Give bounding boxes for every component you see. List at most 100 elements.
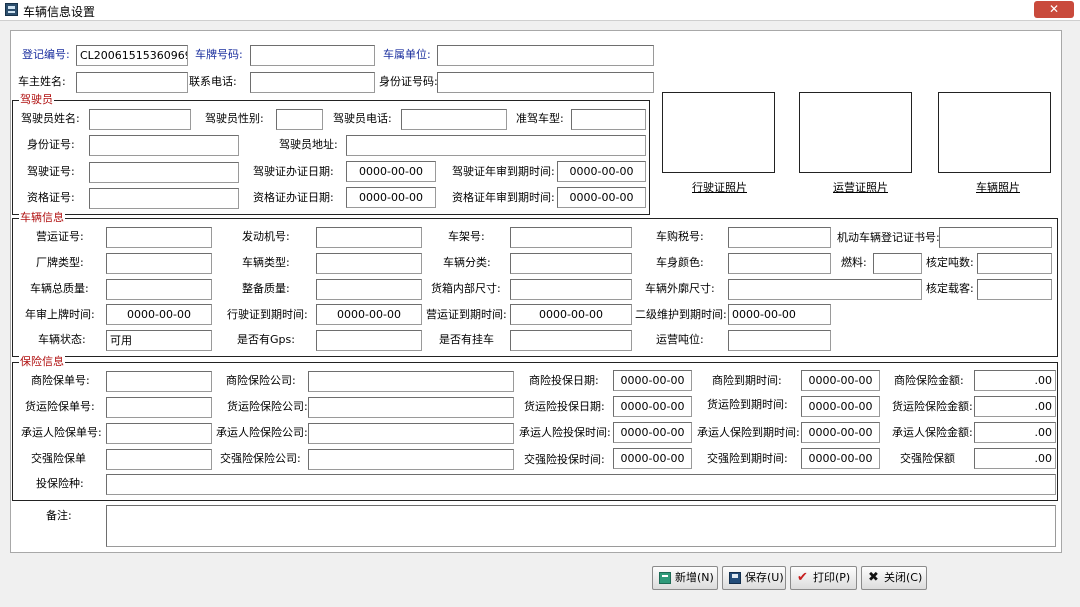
idcard-label: 身份证号码: (379, 75, 438, 88)
driver-addr-input[interactable] (346, 135, 646, 156)
compulsory-insurance-company-label: 交强险保险公司: (220, 452, 301, 465)
compulsory-insurance-company-input[interactable] (308, 449, 514, 470)
remarks-textarea[interactable] (106, 505, 1056, 547)
color-input[interactable] (728, 253, 831, 274)
driver-phone-input[interactable] (401, 109, 507, 130)
print-button-label: 打印(P) (813, 571, 851, 584)
op-expiry-input[interactable]: 0000-00-00 (510, 304, 632, 325)
vtype-input[interactable] (316, 253, 422, 274)
unit-label: 车属单位: (383, 48, 431, 61)
carrier-insurance-end-input[interactable]: 0000-00-00 (801, 422, 880, 443)
insurance-end-label: 商险到期时间: (712, 374, 782, 387)
carrier-insurance-start-input[interactable]: 0000-00-00 (613, 422, 692, 443)
close-button[interactable]: ✖ 关闭(C) (861, 566, 927, 590)
carrier-insurance-amount-input[interactable]: .00 (974, 422, 1056, 443)
carrier-insurance-no-input[interactable] (106, 423, 212, 444)
tax-input[interactable] (728, 227, 831, 248)
cargo-insurance-start-input[interactable]: 0000-00-00 (613, 396, 692, 417)
curb-input[interactable] (316, 279, 422, 300)
gps-input[interactable] (316, 330, 422, 351)
driver-gender-input[interactable] (276, 109, 323, 130)
phone-input[interactable] (250, 72, 375, 93)
compulsory-insurance-end-label: 交强险到期时间: (707, 452, 788, 465)
carrier-insurance-company-label: 承运人险保险公司: (216, 426, 308, 439)
fuel-input[interactable] (873, 253, 922, 274)
license-review-label: 驾驶证年审到期时间: (452, 165, 555, 178)
driver-class-label: 准驾车型: (516, 112, 564, 125)
driver-id-input[interactable] (89, 135, 239, 156)
owner-input[interactable] (76, 72, 188, 93)
cargo-insurance-no-label: 货运险保单号: (25, 400, 95, 413)
brand-input[interactable] (106, 253, 212, 274)
inner-size-input[interactable] (510, 279, 632, 300)
compulsory-insurance-no-input[interactable] (106, 449, 212, 470)
window-close-button[interactable]: ✕ (1034, 1, 1074, 18)
gross-input[interactable] (106, 279, 212, 300)
add-button[interactable]: 新增(N) (652, 566, 718, 590)
op-cert-input[interactable] (106, 227, 212, 248)
reg-cert-input[interactable] (939, 227, 1052, 248)
save-button[interactable]: 保存(U) (722, 566, 786, 590)
trailer-input[interactable] (510, 330, 632, 351)
cargo-insurance-end-input[interactable]: 0000-00-00 (801, 396, 880, 417)
operation-cert-photo[interactable] (799, 92, 912, 173)
license-date-input[interactable]: 0000-00-00 (346, 161, 436, 182)
driving-license-photo-label[interactable]: 行驶证照片 (692, 179, 747, 195)
insurance-type-input[interactable] (106, 474, 1056, 495)
driver-class-input[interactable] (571, 109, 646, 130)
cargo-insurance-end-label: 货运险到期时间: (707, 398, 788, 411)
carrier-insurance-company-input[interactable] (308, 423, 514, 444)
compulsory-insurance-amount-input[interactable]: .00 (974, 448, 1056, 469)
cargo-insurance-company-input[interactable] (308, 397, 514, 418)
close-x-icon: ✖ (868, 570, 879, 585)
vehicle-photo-label[interactable]: 车辆照片 (976, 179, 1020, 195)
print-button[interactable]: ✔ 打印(P) (790, 566, 857, 590)
insurance-amount-input[interactable]: .00 (974, 370, 1056, 391)
engine-input[interactable] (316, 227, 422, 248)
compulsory-insurance-start-input[interactable]: 0000-00-00 (613, 448, 692, 469)
driver-name-input[interactable] (89, 109, 191, 130)
license-review-input[interactable]: 0000-00-00 (557, 161, 646, 182)
insurance-start-input[interactable]: 0000-00-00 (613, 370, 692, 391)
frame-label: 车架号: (448, 230, 485, 243)
dl-expiry-input[interactable]: 0000-00-00 (316, 304, 422, 325)
op-cert-label: 营运证号: (36, 230, 84, 243)
annual-input[interactable]: 0000-00-00 (106, 304, 212, 325)
plate-input[interactable] (250, 45, 375, 66)
driver-group-title: 驾驶员 (19, 93, 54, 107)
qual-review-input[interactable]: 0000-00-00 (557, 187, 646, 208)
brand-label: 厂牌类型: (36, 256, 84, 269)
tonnage-input[interactable] (977, 253, 1052, 274)
status-input[interactable]: 可用 (106, 330, 212, 351)
qual-no-input[interactable] (89, 188, 239, 209)
cargo-insurance-amount-input[interactable]: .00 (974, 396, 1056, 417)
category-input[interactable] (510, 253, 632, 274)
cargo-insurance-start-label: 货运险投保日期: (524, 400, 605, 413)
op-tonnage-input[interactable] (728, 330, 831, 351)
qual-date-input[interactable]: 0000-00-00 (346, 187, 436, 208)
driver-gender-label: 驾驶员性别: (205, 112, 264, 125)
op-expiry-label: 营运证到期时间: (426, 308, 507, 321)
reg-cert-label: 机动车辆登记证书号: (837, 231, 940, 244)
frame-input[interactable] (510, 227, 632, 248)
insurance-end-input[interactable]: 0000-00-00 (801, 370, 880, 391)
compulsory-insurance-end-input[interactable]: 0000-00-00 (801, 448, 880, 469)
reg-no-input[interactable]: CL20061515360969 (76, 45, 188, 66)
close-button-label: 关闭(C) (884, 571, 923, 584)
add-button-label: 新增(N) (675, 571, 714, 584)
vehicle-photo[interactable] (938, 92, 1051, 173)
insurance-company-input[interactable] (308, 371, 514, 392)
idcard-input[interactable] (437, 72, 654, 93)
insurance-start-label: 商险投保日期: (529, 374, 599, 387)
maint-input[interactable]: 0000-00-00 (728, 304, 831, 325)
outer-size-input[interactable] (728, 279, 922, 300)
unit-input[interactable] (437, 45, 654, 66)
cargo-insurance-no-input[interactable] (106, 397, 212, 418)
license-no-input[interactable] (89, 162, 239, 183)
app-icon (5, 3, 18, 16)
passengers-input[interactable] (977, 279, 1052, 300)
driving-license-photo[interactable] (662, 92, 775, 173)
insurance-no-input[interactable] (106, 371, 212, 392)
operation-cert-photo-label[interactable]: 运营证照片 (833, 179, 888, 195)
engine-label: 发动机号: (242, 230, 290, 243)
